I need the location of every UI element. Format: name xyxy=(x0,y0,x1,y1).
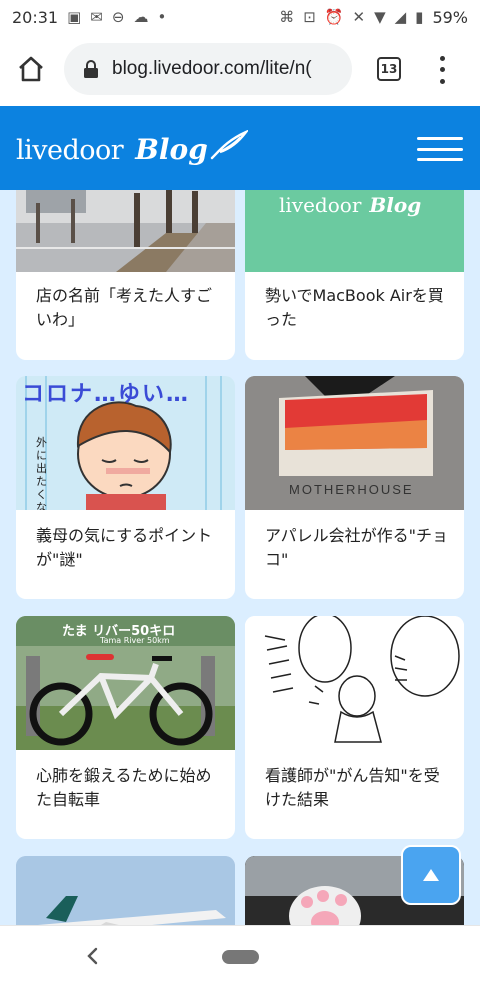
tab-switcher-button[interactable]: 13 xyxy=(377,57,401,81)
image-logo-blog: Blog xyxy=(369,193,422,217)
dot-icon xyxy=(439,67,445,73)
voicemail-icon: ⊡ xyxy=(303,8,316,26)
card-image-logo: livedoor Blog xyxy=(245,190,464,272)
dot-icon xyxy=(439,56,445,62)
site-logo[interactable]: livedoor Blog xyxy=(16,130,248,166)
hamburger-menu-button[interactable] xyxy=(417,137,463,161)
article-card[interactable] xyxy=(16,856,235,925)
back-button[interactable] xyxy=(82,944,102,968)
card-title: 店の名前「考えた人すごいわ」 xyxy=(36,286,213,329)
image-subcaption: Tama River 50km xyxy=(100,636,170,645)
battery-level: 59% xyxy=(432,7,468,27)
url-text: blog.livedoor.com/lite/n( xyxy=(112,58,312,79)
lock-icon xyxy=(82,59,100,79)
card-title: 勢いでMacBook Airを買った xyxy=(265,286,444,329)
article-card[interactable]: たま リバー50キロ Tama River 50km 心肺を鍛えるために始めた自… xyxy=(16,616,235,839)
mail-icon: ✉ xyxy=(90,8,103,26)
home-gesture-pill[interactable] xyxy=(222,950,259,964)
card-title: 看護師が"がん告知"を受けた結果 xyxy=(265,766,440,809)
more-menu-button[interactable] xyxy=(436,53,448,87)
image-caption: MOTHERHOUSE xyxy=(289,482,414,497)
dot-icon: • xyxy=(157,8,167,26)
image-subcaption: 外に出たくない xyxy=(36,436,47,510)
card-title: アパレル会社が作る"チョコ" xyxy=(265,526,449,569)
image-logo-text: livedoor xyxy=(279,193,362,217)
article-card[interactable]: コロナ…ゆい… 外に出たくない 義母の気にするポイントが"謎" xyxy=(16,376,235,599)
hamburger-line xyxy=(417,147,463,151)
article-card[interactable]: livedoor Blog 勢いでMacBook Airを買った xyxy=(245,190,464,360)
logo-text: livedoor xyxy=(16,135,124,166)
article-grid: 店の名前「考えた人すごいわ」 livedoor Blog 勢いでMacBook … xyxy=(0,190,480,925)
hamburger-line xyxy=(417,158,463,161)
card-image-chocolate: MOTHERHOUSE xyxy=(245,376,464,510)
home-icon xyxy=(19,56,43,82)
wifi-icon: ▼ xyxy=(374,8,386,26)
feather-icon xyxy=(210,130,248,160)
dot-icon xyxy=(439,78,445,84)
battery-icon: ▮ xyxy=(415,8,424,26)
browser-toolbar: blog.livedoor.com/lite/n( 13 xyxy=(0,34,480,106)
article-card[interactable]: MOTHERHOUSE アパレル会社が作る"チョコ" xyxy=(245,376,464,599)
image-caption: コロナ…ゆい… xyxy=(22,382,191,407)
card-image-manga: コロナ…ゆい… 外に出たくない xyxy=(16,376,235,510)
card-image-street xyxy=(16,190,235,272)
card-image-sketch xyxy=(245,616,464,750)
article-card[interactable]: 店の名前「考えた人すごいわ」 xyxy=(16,190,235,360)
card-title: 心肺を鍛えるために始めた自転車 xyxy=(36,766,212,809)
card-image-bicycle: たま リバー50キロ Tama River 50km xyxy=(16,616,235,750)
mute-icon: ✕ xyxy=(352,8,366,26)
article-card[interactable]: 看護師が"がん告知"を受けた結果 xyxy=(245,616,464,839)
site-header: livedoor Blog xyxy=(0,106,480,190)
clock: 20:31 xyxy=(12,7,59,27)
home-button[interactable] xyxy=(14,52,48,86)
card-title: 義母の気にするポイントが"謎" xyxy=(36,526,213,569)
cloud-icon: ☁ xyxy=(133,8,149,26)
signal-icon: ◢ xyxy=(394,8,407,26)
hamburger-line xyxy=(417,137,463,140)
arrow-up-icon xyxy=(423,869,439,881)
sync-icon: ⊖ xyxy=(111,8,125,26)
chevron-left-icon xyxy=(87,947,98,965)
alarm-icon: ⏰ xyxy=(324,8,344,26)
nfc-icon: ⌘ xyxy=(279,8,295,26)
logo-blog-text: Blog xyxy=(135,133,208,166)
system-navigation-bar xyxy=(0,925,480,987)
scroll-to-top-button[interactable] xyxy=(401,845,461,905)
image-icon: ▣ xyxy=(67,8,82,26)
card-image-airplane xyxy=(16,856,235,925)
url-bar[interactable]: blog.livedoor.com/lite/n( xyxy=(64,43,352,95)
status-bar: 20:31 ▣ ✉ ⊖ ☁ • ⌘ ⊡ ⏰ ✕ ▼ ◢ ▮ 59% xyxy=(0,0,480,34)
